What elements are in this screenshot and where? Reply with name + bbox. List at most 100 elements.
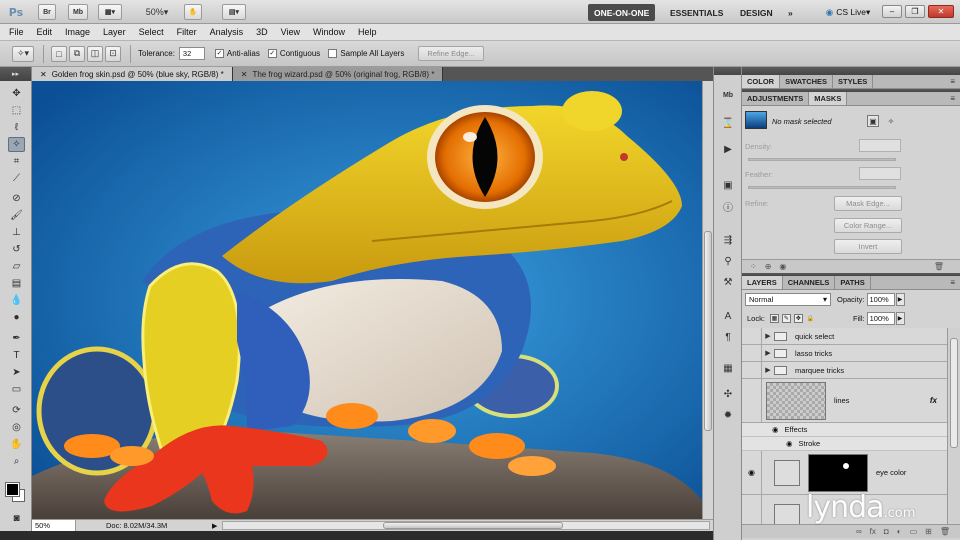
menu-edit[interactable]: Edit <box>37 27 53 37</box>
menu-window[interactable]: Window <box>313 27 345 37</box>
lasso-tool[interactable]: ℓ <box>8 120 25 135</box>
tab-color[interactable]: COLOR <box>742 75 781 88</box>
tab-adjustments[interactable]: ADJUSTMENTS <box>742 92 810 105</box>
refine-edge-button[interactable]: Refine Edge... <box>418 46 484 61</box>
history-icon[interactable]: ⌛ <box>720 116 736 131</box>
intersect-selection-button[interactable]: ⊡ <box>105 45 121 62</box>
path-selection-tool[interactable]: ➤ <box>8 365 25 380</box>
marquee-tool[interactable]: ⬚ <box>8 103 25 118</box>
tab-layers[interactable]: LAYERS <box>742 276 783 289</box>
new-group-icon[interactable]: ▭ <box>910 527 918 536</box>
color-range-button[interactable]: Color Range... <box>834 218 902 233</box>
tab-styles[interactable]: STYLES <box>833 75 874 88</box>
canvas-vertical-scrollbar[interactable] <box>702 81 713 519</box>
fill-input[interactable]: 100% <box>866 312 895 325</box>
zoom-level-dropdown[interactable]: 50% ▾ <box>140 4 174 20</box>
menu-help[interactable]: Help <box>358 27 377 37</box>
tolerance-input[interactable]: 32 <box>178 47 205 60</box>
menu-analysis[interactable]: Analysis <box>210 27 244 37</box>
tool-preset-picker[interactable]: ✧▾ <box>12 45 34 62</box>
3d-panel-icon[interactable]: ✣ <box>720 387 736 402</box>
apply-mask-icon[interactable]: ⊕ <box>765 262 772 271</box>
layer-stroke-row[interactable]: ◉ Stroke <box>742 437 947 451</box>
layer-group-lasso-tricks[interactable]: ▶ lasso tricks <box>742 345 947 362</box>
layer-group-marquee-tricks[interactable]: ▶ marquee tricks <box>742 362 947 379</box>
info-icon[interactable]: ⓘ <box>720 199 736 214</box>
character-icon[interactable]: A <box>720 309 736 324</box>
new-layer-icon[interactable]: ⊞ <box>925 527 932 536</box>
density-field[interactable] <box>859 139 901 152</box>
menu-layer[interactable]: Layer <box>103 27 126 37</box>
zoom-tool[interactable]: ⌕ <box>8 454 25 469</box>
shape-tool[interactable]: ▭ <box>8 382 25 397</box>
cs-live-menu[interactable]: ◉ CS Live ▾ <box>818 4 878 20</box>
pen-tool[interactable]: ✒ <box>8 331 25 346</box>
panel-menu-icon[interactable]: ≡ <box>950 77 955 86</box>
close-button[interactable]: ✕ <box>928 5 954 18</box>
menu-image[interactable]: Image <box>65 27 90 37</box>
gradient-tool[interactable]: ▤ <box>8 276 25 291</box>
more-workspaces-button[interactable]: » <box>782 4 799 21</box>
sample-all-layers-checkbox[interactable] <box>328 49 338 58</box>
hand-tool[interactable]: ✋ <box>8 437 25 452</box>
3d-rotate-tool[interactable]: ⟳ <box>8 403 25 418</box>
actions-icon[interactable]: ▶ <box>720 142 736 157</box>
navigator-icon[interactable]: ▣ <box>720 178 736 193</box>
tab-channels[interactable]: CHANNELS <box>783 276 836 289</box>
link-layers-icon[interactable]: ∞ <box>856 527 862 536</box>
paragraph-icon[interactable]: ¶ <box>720 330 736 345</box>
brush-presets-icon[interactable]: ⇶ <box>720 233 736 248</box>
menu-select[interactable]: Select <box>139 27 164 37</box>
vector-mask-icon[interactable]: ✧ <box>885 115 897 127</box>
menu-3d[interactable]: 3D <box>256 27 268 37</box>
eyedropper-tool[interactable]: ⟋ <box>8 171 25 186</box>
canvas-horizontal-scrollbar[interactable] <box>222 521 710 530</box>
history-brush-tool[interactable]: ↺ <box>8 242 25 257</box>
close-icon[interactable]: ✕ <box>241 70 248 79</box>
launch-mini-bridge-button[interactable]: Mb <box>68 4 88 20</box>
dodge-tool[interactable]: ● <box>8 310 25 325</box>
delete-layer-icon[interactable]: 🗑 <box>940 527 950 536</box>
subtract-from-selection-button[interactable]: ◫ <box>87 45 103 62</box>
panel-menu-icon[interactable]: ≡ <box>950 94 955 103</box>
panel-menu-icon[interactable]: ≡ <box>950 278 955 287</box>
clone-source-icon[interactable]: ⚲ <box>720 254 736 269</box>
menu-file[interactable]: File <box>9 27 24 37</box>
document-canvas[interactable] <box>32 81 702 519</box>
foreground-color-swatch[interactable] <box>5 482 20 497</box>
crop-tool[interactable]: ⌗ <box>8 154 25 169</box>
feather-field[interactable] <box>859 167 901 180</box>
delete-mask-icon[interactable]: 🗑 <box>934 262 944 271</box>
invert-button[interactable]: Invert <box>834 239 902 254</box>
status-menu-arrow-icon[interactable]: ▶ <box>212 522 217 530</box>
move-tool[interactable]: ✥ <box>8 86 25 101</box>
arrange-documents-button[interactable]: ▤▾ <box>222 4 246 20</box>
visibility-toggle[interactable] <box>742 379 762 422</box>
layer-effects-row[interactable]: ◉ Effects <box>742 423 947 437</box>
lock-transparency-icon[interactable]: ▦ <box>769 314 779 323</box>
healing-brush-tool[interactable]: ⊘ <box>8 191 25 206</box>
layer-eye-color[interactable]: ◉ eye color <box>742 451 947 495</box>
scroll-thumb[interactable] <box>704 231 712 431</box>
magic-wand-tool[interactable]: ✧ <box>8 137 25 152</box>
expand-arrow-icon[interactable]: ▶ <box>762 332 774 340</box>
visibility-toggle[interactable]: ◉ <box>742 451 762 494</box>
scroll-thumb[interactable] <box>950 338 958 448</box>
fx-icon[interactable]: fx <box>930 396 937 405</box>
3d-orbit-tool[interactable]: ◎ <box>8 420 25 435</box>
blend-mode-dropdown[interactable]: Normal <box>745 293 831 306</box>
visibility-toggle[interactable] <box>742 362 762 378</box>
type-tool[interactable]: T <box>8 348 25 363</box>
expand-arrow-icon[interactable]: ▶ <box>762 366 774 374</box>
status-zoom-input[interactable]: 50% <box>32 520 76 531</box>
new-adjustment-icon[interactable]: ◐ <box>897 527 902 536</box>
feather-slider[interactable] <box>748 186 896 189</box>
visibility-toggle[interactable] <box>742 328 762 344</box>
view-extras-button[interactable]: ▦▾ <box>98 4 122 20</box>
quick-mask-toggle[interactable]: ◙ <box>8 511 25 526</box>
scroll-thumb[interactable] <box>383 522 563 529</box>
workspace-essentials[interactable]: ESSENTIALS <box>664 4 729 21</box>
mini-bridge-icon[interactable]: Mb <box>720 88 736 103</box>
new-selection-button[interactable]: □ <box>51 45 67 62</box>
notes-icon[interactable]: ▦ <box>720 361 736 376</box>
